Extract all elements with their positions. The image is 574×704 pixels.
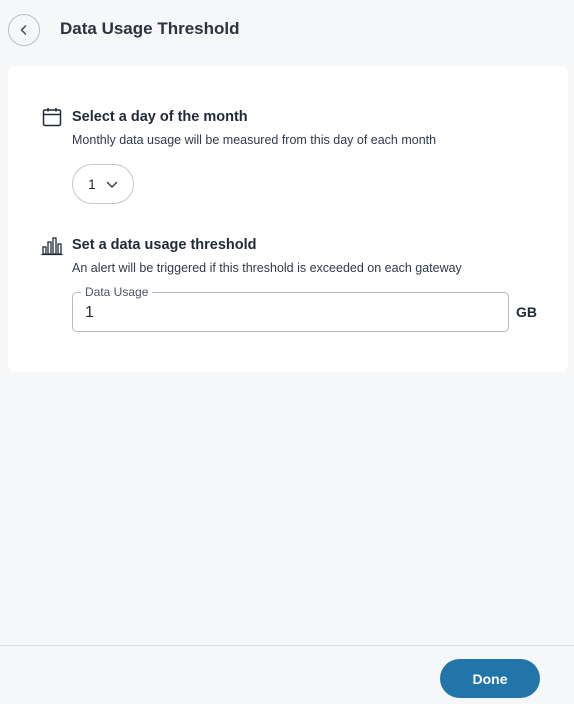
footer: Done xyxy=(0,645,574,704)
done-button[interactable]: Done xyxy=(440,659,540,698)
day-select-value: 1 xyxy=(88,176,96,192)
day-of-month-select[interactable]: 1 xyxy=(72,164,134,204)
chevron-left-icon xyxy=(20,25,27,35)
header: Data Usage Threshold xyxy=(0,0,574,60)
threshold-section-description: An alert will be triggered if this thres… xyxy=(72,261,462,275)
settings-card: Select a day of the month Monthly data u… xyxy=(8,66,568,372)
threshold-section-title: Set a data usage threshold xyxy=(72,237,257,253)
unit-label: GB xyxy=(516,304,537,320)
back-button[interactable] xyxy=(8,14,40,46)
data-usage-field[interactable]: Data Usage xyxy=(72,285,509,332)
calendar-icon xyxy=(42,108,62,127)
chevron-down-icon xyxy=(106,181,118,188)
data-usage-input[interactable] xyxy=(85,302,485,324)
data-usage-label: Data Usage xyxy=(81,285,153,299)
page-title: Data Usage Threshold xyxy=(60,19,240,38)
day-section-description: Monthly data usage will be measured from… xyxy=(72,133,437,147)
day-section-title: Select a day of the month xyxy=(72,109,248,125)
bar-chart-icon xyxy=(41,237,63,256)
